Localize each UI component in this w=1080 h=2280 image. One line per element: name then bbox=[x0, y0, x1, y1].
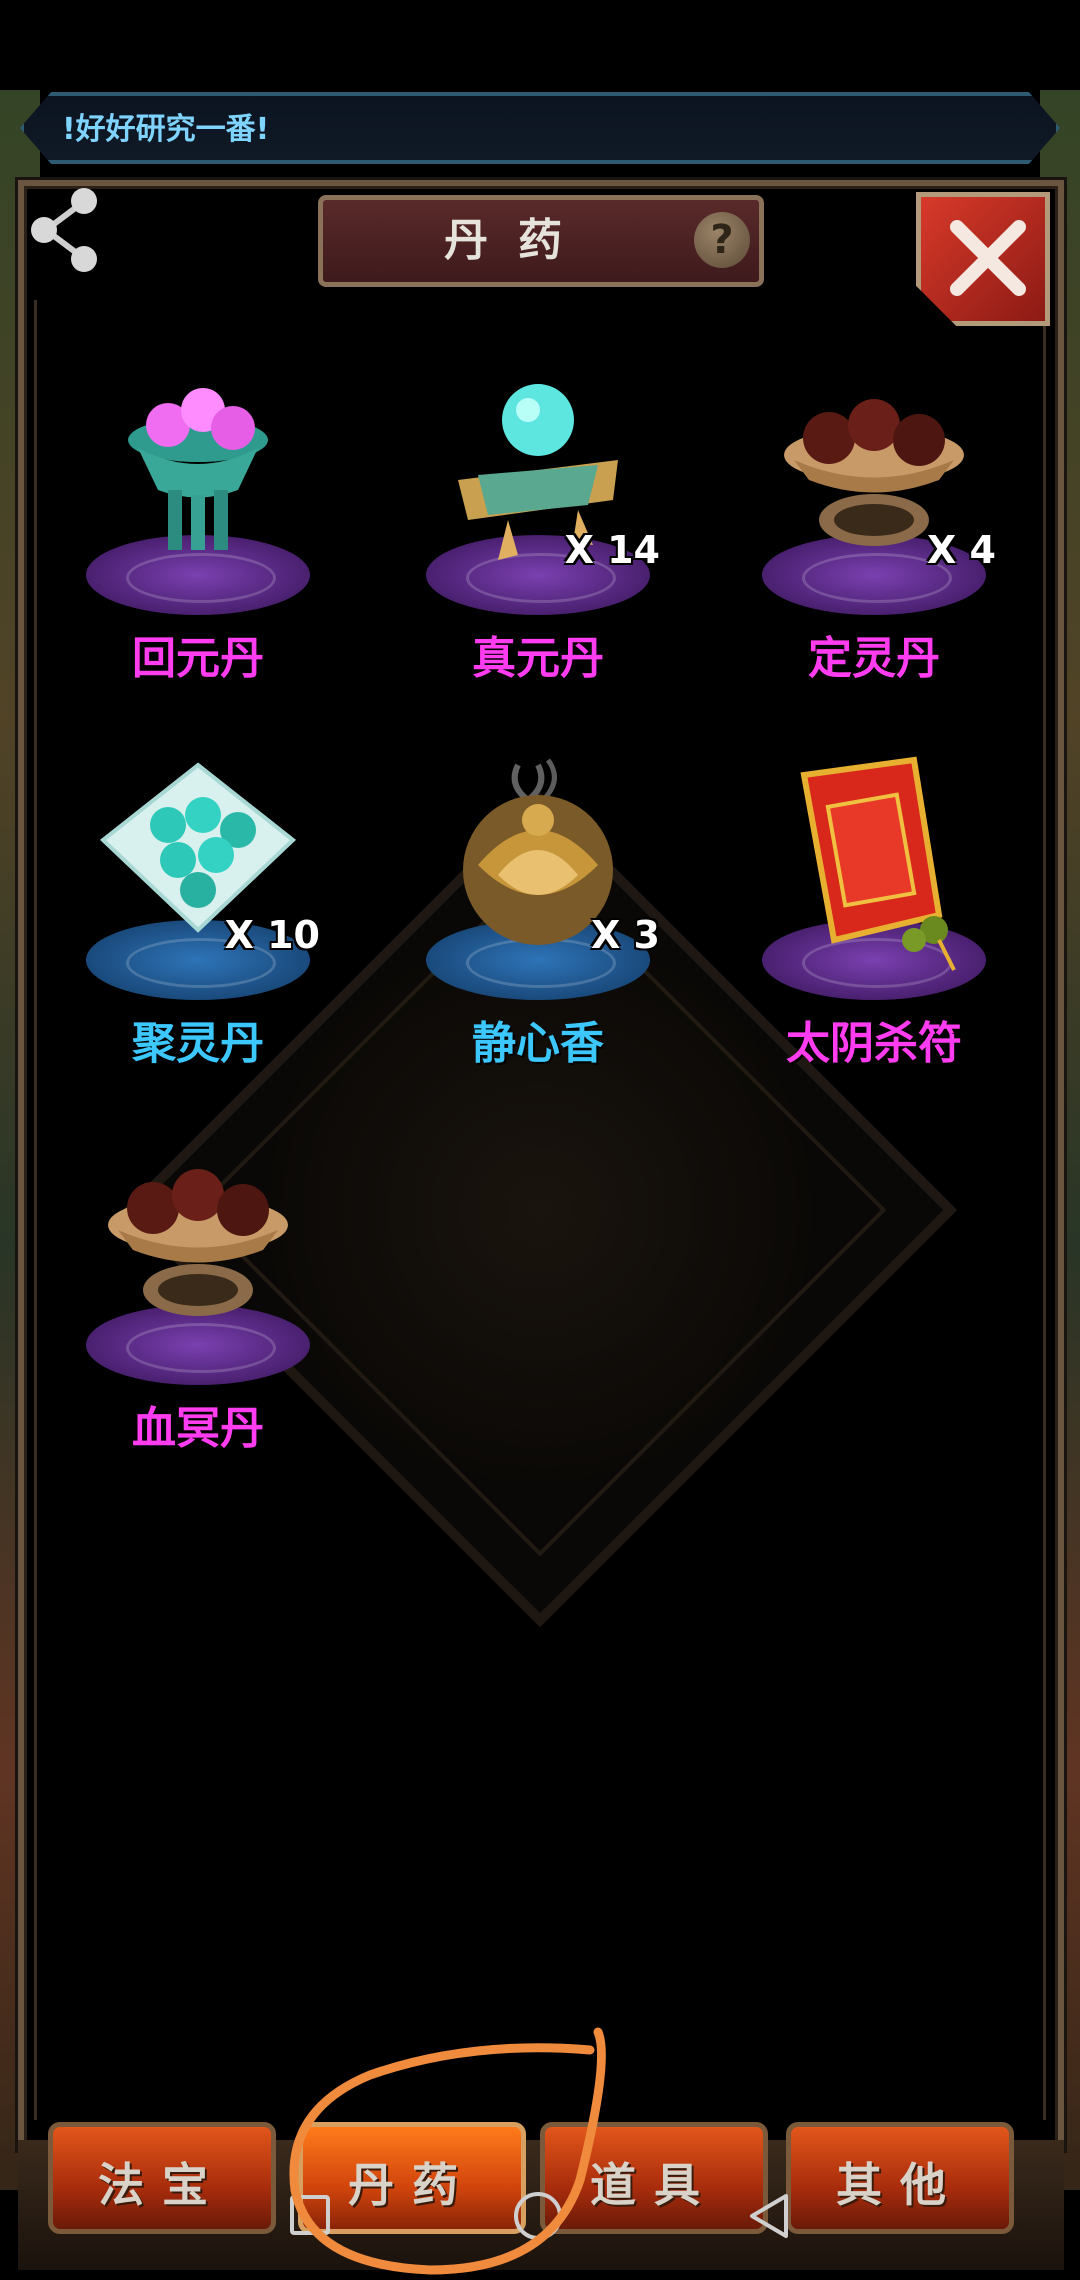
item-name: 血冥丹 bbox=[132, 1403, 264, 1454]
nav-back-icon[interactable] bbox=[746, 2190, 792, 2242]
page-title: 丹药 bbox=[444, 215, 592, 266]
share-button[interactable] bbox=[24, 185, 104, 275]
help-button[interactable]: ? bbox=[694, 212, 750, 268]
item-count: X 14 bbox=[564, 528, 660, 572]
nav-recents-button[interactable] bbox=[290, 2195, 330, 2235]
tab-other[interactable]: 其他 bbox=[786, 2122, 1014, 2234]
item-name: 太阴杀符 bbox=[786, 1018, 962, 1069]
bowl-dark-pills-icon bbox=[108, 1169, 288, 1316]
tab-treasure[interactable]: 法宝 bbox=[48, 2122, 276, 2234]
item-name: 回元丹 bbox=[132, 633, 264, 684]
item-slot[interactable]: X 10 聚灵丹 bbox=[48, 745, 348, 1125]
red-talisman-icon bbox=[800, 756, 956, 971]
tab-label: 丹药 bbox=[348, 2158, 476, 2212]
share-icon bbox=[31, 188, 97, 272]
item-slot[interactable]: 太阴杀符 bbox=[724, 745, 1024, 1125]
item-name: 真元丹 bbox=[472, 633, 604, 684]
item-slot[interactable]: X 4 定灵丹 bbox=[724, 360, 1024, 740]
item-name: 定灵丹 bbox=[808, 633, 940, 684]
tab-medicine[interactable]: 丹药 bbox=[298, 2122, 526, 2234]
game-screen: !好好研究一番! 丹药 ? 回元丹 X 14 真元丹 X 4 定灵丹 X 10 … bbox=[0, 0, 1080, 2280]
tab-label: 法宝 bbox=[98, 2158, 226, 2212]
close-icon bbox=[950, 220, 1026, 296]
item-count: X 4 bbox=[927, 528, 996, 572]
tab-label: 道具 bbox=[590, 2158, 718, 2212]
jade-bowl-pink-pills-icon bbox=[128, 388, 268, 550]
item-count: X 10 bbox=[224, 913, 320, 957]
item-name: 静心香 bbox=[472, 1018, 604, 1069]
tab-label: 其他 bbox=[836, 2158, 964, 2212]
item-slot[interactable]: X 14 真元丹 bbox=[388, 360, 688, 740]
item-slot[interactable]: 回元丹 bbox=[48, 360, 348, 740]
nav-home-button[interactable] bbox=[514, 2192, 562, 2240]
tab-items[interactable]: 道具 bbox=[540, 2122, 768, 2234]
item-slot[interactable]: 血冥丹 bbox=[48, 1130, 348, 1510]
item-slot[interactable]: X 3 静心香 bbox=[388, 745, 688, 1125]
notice-text: !好好研究一番! bbox=[62, 112, 270, 147]
item-count: X 3 bbox=[591, 913, 660, 957]
item-name: 聚灵丹 bbox=[132, 1018, 264, 1069]
